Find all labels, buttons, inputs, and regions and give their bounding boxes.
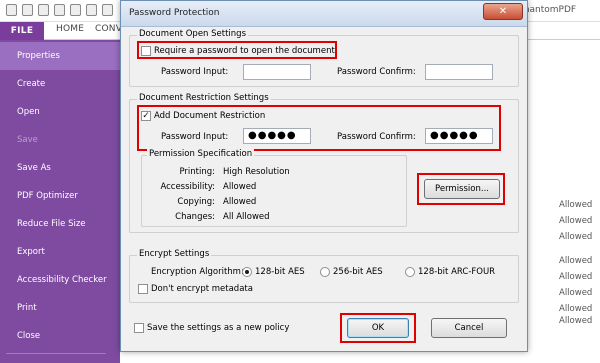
permission-value: Allowed — [559, 288, 593, 298]
printing-label: Printing: — [179, 167, 215, 177]
permission-value: Allowed — [559, 304, 593, 314]
aes-128-radio[interactable] — [242, 267, 252, 277]
sidebar-item-pdf-optimizer[interactable]: PDF Optimizer — [0, 182, 120, 210]
tab-convert[interactable]: CONV — [95, 24, 122, 34]
restriction-password-input-label: Password Input: — [161, 132, 229, 142]
arc-four-radio[interactable] — [405, 267, 415, 277]
permission-button[interactable]: Permission... — [424, 179, 500, 199]
dialog-titlebar[interactable]: Password Protection ✕ — [121, 1, 527, 27]
permission-specification-legend: Permission Specification — [147, 149, 255, 159]
accessibility-value: Allowed — [223, 182, 257, 192]
permission-value: Allowed — [559, 272, 593, 282]
sidebar-item-properties[interactable]: Properties — [0, 42, 120, 70]
undo-icon[interactable] — [70, 4, 81, 16]
save-icon[interactable] — [38, 4, 49, 16]
aes-128-label[interactable]: 128-bit AES — [255, 267, 305, 277]
permission-value: Allowed — [559, 232, 593, 242]
customize-icon[interactable] — [102, 4, 113, 16]
sidebar-item-print[interactable]: Print — [0, 294, 120, 322]
aes-256-radio[interactable] — [320, 267, 330, 277]
sidebar-item-create[interactable]: Create — [0, 70, 120, 98]
app-logo-icon — [6, 4, 17, 16]
require-password-checkbox[interactable] — [141, 46, 151, 56]
close-icon: ✕ — [498, 6, 508, 17]
open-icon[interactable] — [22, 4, 33, 16]
document-restriction-settings-legend: Document Restriction Settings — [137, 93, 271, 103]
add-restriction-checkbox[interactable]: ✓ — [141, 111, 151, 121]
encryption-algorithm-label: Encryption Algorithm: — [151, 267, 244, 277]
sidebar-item-reduce-file-size[interactable]: Reduce File Size — [0, 210, 120, 238]
restriction-password-confirm-input[interactable]: ●●●●● — [425, 128, 493, 144]
save-policy-label[interactable]: Save the settings as a new policy — [147, 323, 289, 333]
changes-value: All Allowed — [223, 212, 270, 222]
tab-home[interactable]: HOME — [56, 24, 84, 34]
dont-encrypt-metadata-checkbox[interactable] — [138, 284, 148, 294]
file-sidebar: Properties Create Open Save Save As PDF … — [0, 40, 120, 363]
sidebar-item-accessibility-checker[interactable]: Accessibility Checker — [0, 266, 120, 294]
changes-label: Changes: — [175, 212, 215, 222]
permission-value: Allowed — [559, 316, 593, 326]
open-password-confirm-label: Password Confirm: — [337, 67, 416, 77]
restriction-password-confirm-label: Password Confirm: — [337, 132, 416, 142]
require-password-label[interactable]: Require a password to open the document — [154, 46, 335, 56]
sidebar-item-save: Save — [17, 135, 38, 145]
open-password-input[interactable] — [243, 64, 311, 80]
ok-button[interactable]: OK — [347, 318, 409, 338]
encrypt-settings-group — [129, 255, 519, 303]
aes-256-label[interactable]: 256-bit AES — [333, 267, 383, 277]
cancel-button[interactable]: Cancel — [431, 318, 507, 338]
sidebar-item-export[interactable]: Export — [0, 238, 120, 266]
redo-icon[interactable] — [86, 4, 97, 16]
password-protection-dialog: Password Protection ✕ Document Open Sett… — [120, 0, 528, 352]
document-open-settings-legend: Document Open Settings — [137, 29, 249, 39]
restriction-password-input[interactable]: ●●●●● — [243, 128, 311, 144]
accessibility-label: Accessibility: — [160, 182, 215, 192]
sidebar-item-close[interactable]: Close — [0, 322, 120, 350]
dialog-title: Password Protection — [129, 8, 220, 18]
permission-value: Allowed — [559, 200, 593, 210]
arc-four-label[interactable]: 128-bit ARC-FOUR — [418, 267, 495, 277]
add-restriction-label[interactable]: Add Document Restriction — [154, 111, 265, 121]
copying-label: Copying: — [177, 197, 215, 207]
permission-value: Allowed — [559, 256, 593, 266]
copying-value: Allowed — [223, 197, 257, 207]
open-password-input-label: Password Input: — [161, 67, 229, 77]
close-button[interactable]: ✕ — [483, 3, 523, 20]
save-policy-checkbox[interactable] — [134, 323, 144, 333]
sidebar-item-open[interactable]: Open — [0, 98, 120, 126]
tab-file[interactable]: FILE — [0, 22, 44, 40]
dont-encrypt-metadata-label[interactable]: Don't encrypt metadata — [151, 284, 253, 294]
printing-value: High Resolution — [223, 167, 290, 177]
sidebar-item-save-as[interactable]: Save As — [0, 154, 120, 182]
open-password-confirm-input[interactable] — [425, 64, 493, 80]
permission-value: Allowed — [559, 216, 593, 226]
print-icon[interactable] — [54, 4, 65, 16]
encrypt-settings-legend: Encrypt Settings — [137, 249, 212, 259]
sidebar-divider — [6, 353, 106, 354]
